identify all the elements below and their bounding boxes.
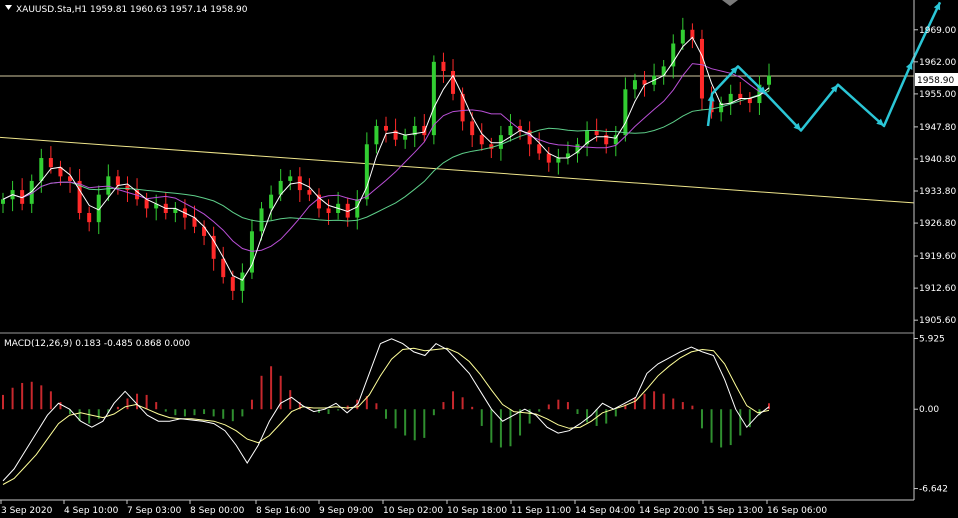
price-tick-label: 1912.60 bbox=[919, 284, 956, 294]
price-tick-label: 1905.60 bbox=[919, 316, 956, 326]
candle-body bbox=[106, 176, 111, 195]
candle-body bbox=[87, 212, 92, 223]
candle-body bbox=[288, 176, 293, 181]
candle-body bbox=[326, 208, 331, 213]
time-tick-label: 8 Sep 00:00 bbox=[190, 506, 245, 516]
candle-body bbox=[307, 190, 312, 195]
candle-body bbox=[594, 130, 599, 136]
candle-body bbox=[671, 43, 676, 67]
price-axis-ticks: 1969.00 1962.00 1955.00 1947.80 1940.80 1933.… bbox=[914, 26, 956, 326]
price-tick-label: 1969.00 bbox=[919, 26, 956, 36]
candle-body bbox=[556, 158, 561, 163]
candle-body bbox=[269, 194, 274, 209]
symbol-header: XAUUSD.Sta,H1 1959.81 1960.63 1957.14 19… bbox=[16, 5, 248, 15]
candle-body bbox=[451, 70, 456, 94]
time-tick-label: 3 Sep 2020 bbox=[1, 506, 53, 516]
candle-body bbox=[115, 176, 120, 186]
price-tick-label: 1947.80 bbox=[919, 123, 956, 133]
price-tick-label: 1926.80 bbox=[919, 219, 956, 229]
macd-histogram bbox=[2, 366, 770, 448]
candle-body bbox=[537, 144, 542, 154]
candle-body bbox=[355, 199, 360, 218]
candle-body bbox=[479, 135, 484, 145]
candle-body bbox=[1, 199, 5, 204]
time-tick-label: 14 Sep 04:00 bbox=[575, 506, 635, 516]
macd-tick-label: 0.00 bbox=[919, 405, 939, 415]
main-panel: XAUUSD.Sta,H1 1959.81 1960.63 1957.14 19… bbox=[0, 0, 942, 333]
price-tick-label: 1962.00 bbox=[919, 58, 956, 68]
candle-body bbox=[374, 125, 379, 145]
time-tick-label: 10 Sep 18:00 bbox=[447, 506, 507, 516]
time-tick-label: 9 Sep 09:00 bbox=[319, 506, 374, 516]
candle-body bbox=[403, 135, 408, 140]
candle-body bbox=[39, 158, 44, 181]
time-axis-ticks: 3 Sep 2020 4 Sep 10:00 7 Sep 03:00 8 Sep 00… bbox=[0, 500, 827, 516]
time-tick-label: 14 Sep 20:00 bbox=[639, 506, 699, 516]
macd-panel: MACD(12,26,9) 0.183 -0.485 0.868 0.000 bbox=[2, 338, 770, 485]
candle-body bbox=[728, 93, 733, 104]
time-tick-label: 16 Sep 06:00 bbox=[767, 506, 827, 516]
time-tick-label: 10 Sep 02:00 bbox=[383, 506, 443, 516]
candle-body bbox=[767, 75, 771, 85]
candle-body bbox=[259, 208, 264, 232]
time-axis[interactable]: 3 Sep 2020 4 Sep 10:00 7 Sep 03:00 8 Sep 00… bbox=[0, 499, 914, 516]
time-tick-label: 7 Sep 03:00 bbox=[127, 506, 182, 516]
candle-body bbox=[699, 38, 704, 99]
macd-header: MACD(12,26,9) 0.183 -0.485 0.868 0.000 bbox=[4, 339, 190, 349]
candle-body bbox=[546, 153, 551, 163]
time-tick-label: 15 Sep 13:00 bbox=[703, 506, 763, 516]
current-price-label: 1958.90 bbox=[917, 76, 954, 86]
candle-body bbox=[230, 277, 235, 291]
main-panel-background bbox=[0, 0, 914, 333]
price-tick-label: 1940.80 bbox=[919, 155, 956, 165]
price-tick-label: 1933.80 bbox=[919, 187, 956, 197]
price-tick-label: 1919.60 bbox=[919, 252, 956, 262]
candle-body bbox=[364, 144, 369, 200]
candle-body bbox=[470, 121, 475, 136]
candle-body bbox=[48, 158, 53, 168]
candle-body bbox=[125, 185, 130, 191]
candle-body bbox=[221, 258, 226, 278]
candle-body bbox=[738, 93, 743, 99]
price-tick-label: 1955.00 bbox=[919, 90, 956, 100]
candle-body bbox=[384, 125, 388, 131]
candle-body bbox=[632, 80, 637, 90]
macd-tick-label: -6.642 bbox=[919, 485, 948, 495]
trading-chart[interactable]: XAUUSD.Sta,H1 1959.81 1960.63 1957.14 19… bbox=[0, 0, 958, 518]
macd-tick-label: 5.925 bbox=[919, 334, 945, 344]
candle-body bbox=[623, 89, 628, 136]
candle-body bbox=[680, 29, 685, 44]
macd-axis-ticks: 5.925 0.00 -6.642 bbox=[914, 334, 948, 495]
candle-body bbox=[240, 272, 245, 291]
time-tick-label: 11 Sep 11:00 bbox=[511, 506, 571, 516]
candle-body bbox=[144, 199, 149, 209]
candle-body bbox=[747, 98, 752, 104]
price-axis[interactable]: 1969.00 1962.00 1955.00 1947.80 1940.80 1933.… bbox=[913, 0, 958, 500]
time-tick-label: 8 Sep 16:00 bbox=[256, 506, 311, 516]
time-tick-label: 4 Sep 10:00 bbox=[64, 506, 119, 516]
candle-body bbox=[508, 125, 513, 136]
candle-body bbox=[441, 61, 446, 71]
